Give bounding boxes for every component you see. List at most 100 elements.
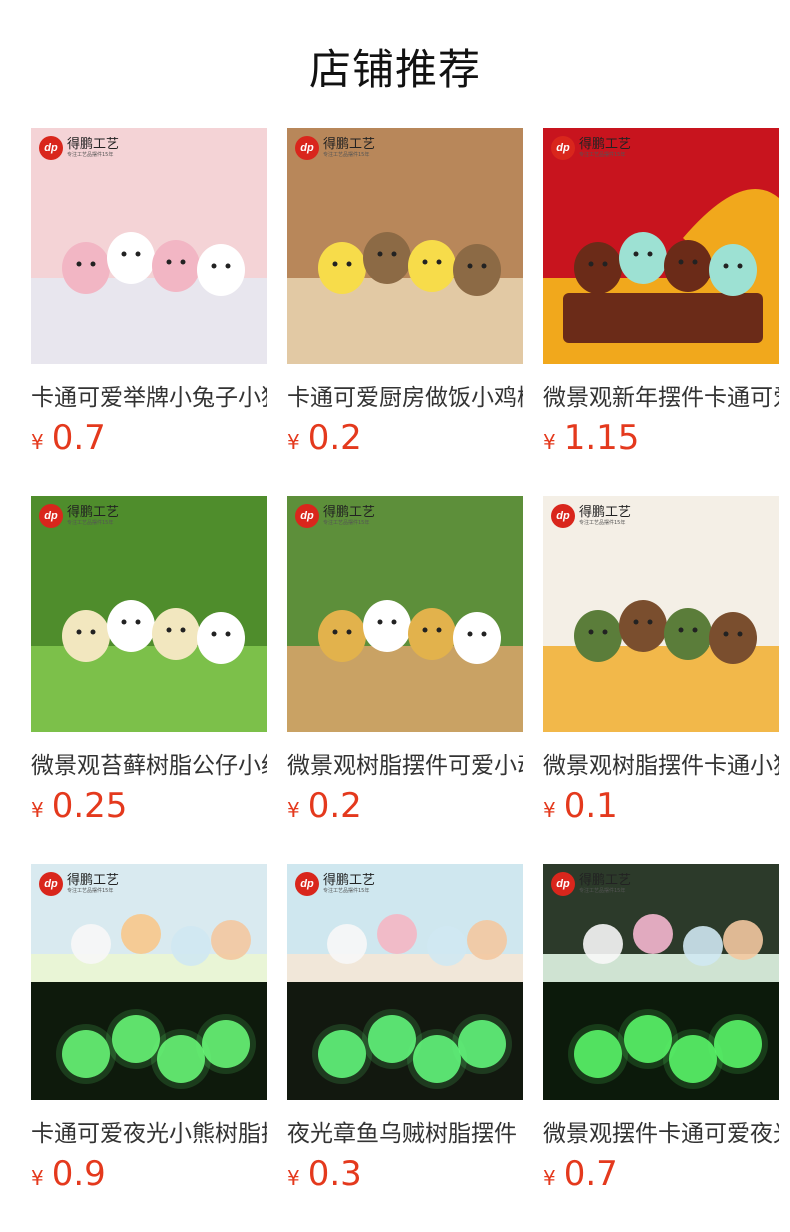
product-card[interactable]: dp 得鹏工艺 专注工艺品摆件15年 卡通可爱举牌小兔子小猪树脂摆件 ¥ 0.7 — [31, 128, 267, 496]
product-grid: dp 得鹏工艺 专注工艺品摆件15年 卡通可爱举牌小兔子小猪树脂摆件 ¥ 0.7… — [31, 128, 779, 1232]
currency-symbol: ¥ — [287, 1166, 300, 1190]
brand-tagline: 专注工艺品摆件15年 — [323, 152, 370, 158]
product-name[interactable]: 夜光章鱼乌贼树脂摆件 — [287, 1114, 523, 1148]
currency-symbol: ¥ — [543, 798, 556, 822]
brand-name: 得鹏工艺 — [323, 873, 376, 888]
product-name[interactable]: 卡通可爱厨房做饭小鸡树脂摆件 — [287, 378, 523, 412]
price-value: 0.7 — [51, 418, 106, 458]
product-name[interactable]: 卡通可爱夜光小熊树脂摆件 — [31, 1114, 267, 1148]
brand-logo-icon: dp — [39, 136, 63, 160]
price-value: 0.1 — [563, 786, 618, 826]
product-price: ¥ 1.15 — [543, 418, 639, 458]
product-price: ¥ 0.25 — [31, 786, 127, 826]
product-name[interactable]: 微景观新年摆件卡通可爱小龙 — [543, 378, 779, 412]
product-card[interactable]: dp 得鹏工艺 专注工艺品摆件15年 微景观摆件卡通可爱夜光恐龙 ¥ 0.7 — [543, 864, 779, 1232]
currency-symbol: ¥ — [31, 430, 44, 454]
product-image[interactable]: dp 得鹏工艺 专注工艺品摆件15年 — [287, 496, 523, 732]
product-image[interactable]: dp 得鹏工艺 专注工艺品摆件15年 — [543, 496, 779, 732]
currency-symbol: ¥ — [543, 1166, 556, 1190]
brand-logo-text: dp — [556, 510, 570, 522]
brand-logo-text: dp — [556, 142, 570, 154]
brand-name: 得鹏工艺 — [579, 137, 632, 152]
currency-symbol: ¥ — [543, 430, 556, 454]
product-card[interactable]: dp 得鹏工艺 专注工艺品摆件15年 微景观树脂摆件可爱小动物 ¥ 0.2 — [287, 496, 523, 864]
product-price: ¥ 0.2 — [287, 418, 362, 458]
product-image[interactable]: dp 得鹏工艺 专注工艺品摆件15年 — [31, 864, 267, 1100]
product-card[interactable]: dp 得鹏工艺 专注工艺品摆件15年 微景观新年摆件卡通可爱小龙 ¥ 1.15 — [543, 128, 779, 496]
price-value: 0.2 — [307, 418, 362, 458]
brand-name: 得鹏工艺 — [67, 505, 120, 520]
brand-logo-text: dp — [44, 142, 58, 154]
price-value: 0.25 — [51, 786, 128, 826]
brand-badge: dp 得鹏工艺 专注工艺品摆件15年 — [295, 872, 375, 896]
product-price: ¥ 0.9 — [31, 1154, 106, 1194]
product-photo — [543, 128, 779, 364]
product-price: ¥ 0.3 — [287, 1154, 362, 1194]
brand-name: 得鹏工艺 — [67, 873, 120, 888]
currency-symbol: ¥ — [287, 798, 300, 822]
brand-badge: dp 得鹏工艺 专注工艺品摆件15年 — [39, 136, 119, 160]
product-card[interactable]: dp 得鹏工艺 专注工艺品摆件15年 夜光章鱼乌贼树脂摆件 ¥ 0.3 — [287, 864, 523, 1232]
brand-tagline: 专注工艺品摆件15年 — [323, 520, 370, 526]
product-photo — [287, 128, 523, 364]
product-photo — [543, 864, 779, 1100]
product-photo — [31, 864, 267, 1100]
brand-tagline: 专注工艺品摆件15年 — [579, 520, 626, 526]
product-photo — [31, 128, 267, 364]
brand-logo-icon: dp — [295, 504, 319, 528]
brand-logo-text: dp — [44, 510, 58, 522]
brand-name: 得鹏工艺 — [579, 505, 632, 520]
brand-logo-text: dp — [300, 510, 314, 522]
price-value: 1.15 — [563, 418, 640, 458]
brand-tagline: 专注工艺品摆件15年 — [67, 520, 114, 526]
brand-tagline: 专注工艺品摆件15年 — [323, 888, 370, 894]
brand-logo-icon: dp — [295, 136, 319, 160]
price-value: 0.2 — [307, 786, 362, 826]
product-card[interactable]: dp 得鹏工艺 专注工艺品摆件15年 微景观树脂摆件卡通小狗 ¥ 0.1 — [543, 496, 779, 864]
product-name[interactable]: 微景观苔藓树脂公仔小绵羊 — [31, 746, 267, 780]
brand-badge: dp 得鹏工艺 专注工艺品摆件15年 — [295, 136, 375, 160]
brand-badge: dp 得鹏工艺 专注工艺品摆件15年 — [39, 872, 119, 896]
brand-tagline: 专注工艺品摆件15年 — [579, 152, 626, 158]
product-image[interactable]: dp 得鹏工艺 专注工艺品摆件15年 — [31, 128, 267, 364]
product-image[interactable]: dp 得鹏工艺 专注工艺品摆件15年 — [287, 864, 523, 1100]
brand-badge: dp 得鹏工艺 专注工艺品摆件15年 — [295, 504, 375, 528]
brand-logo-icon: dp — [551, 136, 575, 160]
product-card[interactable]: dp 得鹏工艺 专注工艺品摆件15年 微景观苔藓树脂公仔小绵羊 ¥ 0.25 — [31, 496, 267, 864]
product-name[interactable]: 卡通可爱举牌小兔子小猪树脂摆件 — [31, 378, 267, 412]
brand-logo-icon: dp — [295, 872, 319, 896]
brand-logo-icon: dp — [551, 504, 575, 528]
product-card[interactable]: dp 得鹏工艺 专注工艺品摆件15年 卡通可爱厨房做饭小鸡树脂摆件 ¥ 0.2 — [287, 128, 523, 496]
currency-symbol: ¥ — [31, 1166, 44, 1190]
product-price: ¥ 0.2 — [287, 786, 362, 826]
brand-logo-text: dp — [300, 142, 314, 154]
product-name[interactable]: 微景观树脂摆件卡通小狗 — [543, 746, 779, 780]
product-image[interactable]: dp 得鹏工艺 专注工艺品摆件15年 — [287, 128, 523, 364]
product-name[interactable]: 微景观树脂摆件可爱小动物 — [287, 746, 523, 780]
brand-logo-icon: dp — [39, 504, 63, 528]
product-image[interactable]: dp 得鹏工艺 专注工艺品摆件15年 — [543, 128, 779, 364]
price-value: 0.3 — [307, 1154, 362, 1194]
product-price: ¥ 0.7 — [543, 1154, 618, 1194]
product-image[interactable]: dp 得鹏工艺 专注工艺品摆件15年 — [31, 496, 267, 732]
brand-name: 得鹏工艺 — [579, 873, 632, 888]
product-photo — [287, 864, 523, 1100]
product-image[interactable]: dp 得鹏工艺 专注工艺品摆件15年 — [543, 864, 779, 1100]
product-photo — [31, 496, 267, 732]
brand-badge: dp 得鹏工艺 专注工艺品摆件15年 — [39, 504, 119, 528]
product-card[interactable]: dp 得鹏工艺 专注工艺品摆件15年 卡通可爱夜光小熊树脂摆件 ¥ 0.9 — [31, 864, 267, 1232]
product-photo — [287, 496, 523, 732]
brand-logo-text: dp — [44, 878, 58, 890]
brand-logo-icon: dp — [39, 872, 63, 896]
brand-name: 得鹏工艺 — [323, 137, 376, 152]
product-name[interactable]: 微景观摆件卡通可爱夜光恐龙 — [543, 1114, 779, 1148]
product-price: ¥ 0.7 — [31, 418, 106, 458]
brand-badge: dp 得鹏工艺 专注工艺品摆件15年 — [551, 872, 631, 896]
brand-tagline: 专注工艺品摆件15年 — [579, 888, 626, 894]
brand-tagline: 专注工艺品摆件15年 — [67, 152, 114, 158]
product-photo — [543, 496, 779, 732]
brand-logo-icon: dp — [551, 872, 575, 896]
currency-symbol: ¥ — [31, 798, 44, 822]
price-value: 0.9 — [51, 1154, 106, 1194]
brand-logo-text: dp — [300, 878, 314, 890]
